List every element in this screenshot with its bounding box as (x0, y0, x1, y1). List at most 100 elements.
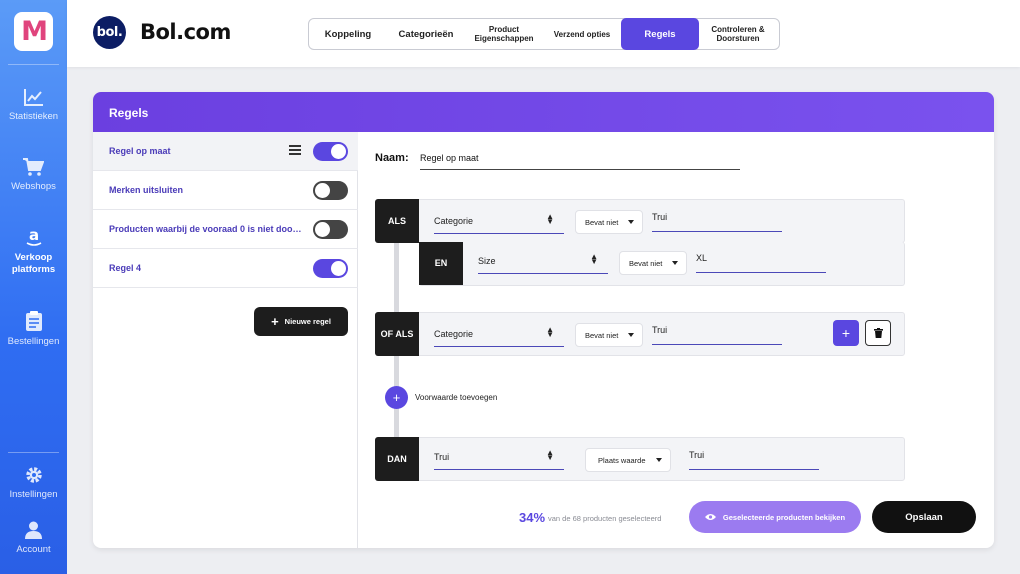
operator-select[interactable]: Plaats waarde (585, 448, 671, 472)
sidebar-item-label: Account (16, 544, 51, 555)
user-icon (25, 521, 42, 539)
field-select[interactable]: Size ▲ ▼ (478, 250, 608, 274)
sidebar-item-statistieken[interactable]: Statistieken (0, 88, 67, 123)
action-tag: DAN (375, 437, 419, 481)
sidebar-item-verkoop-platforms[interactable]: a Verkoop platforms (0, 228, 67, 276)
drag-handle-icon[interactable] (289, 145, 301, 155)
operator-select[interactable]: Bevat niet (575, 323, 643, 347)
add-condition-circle-button[interactable]: + (385, 386, 408, 409)
condition-row-als: ALS Categorie ▲ ▼ Bevat niet Trui (375, 199, 905, 243)
plus-icon: + (841, 325, 851, 341)
tab-categorieen[interactable]: Categorieën (387, 19, 465, 49)
rule-label: Producten waarbij de vooraad 0 is niet d… (109, 224, 305, 234)
rule-toggle[interactable] (313, 181, 348, 200)
selection-percent: 34% (519, 510, 546, 525)
condition-row-en: EN Size ▲ ▼ Bevat niet XL (419, 242, 905, 286)
field-select[interactable]: Trui ▲ ▼ (434, 446, 564, 470)
rule-label: Regel 4 (109, 263, 142, 273)
plus-icon: + (392, 390, 401, 405)
tab-verzend-opties[interactable]: Verzend opties (543, 19, 621, 49)
tab-controleren-doorsturen[interactable]: Controleren & Doorsturen (699, 19, 777, 49)
operator-select[interactable]: Bevat niet (619, 251, 687, 275)
eye-icon (704, 514, 716, 520)
app-logo[interactable]: M (14, 12, 53, 51)
field-select-value: Size (478, 256, 496, 266)
field-select[interactable]: Categorie ▲ ▼ (434, 323, 564, 347)
rules-list: Regel op maat Merken uitsluiten Producte… (93, 132, 358, 548)
caret-down-icon (628, 220, 634, 224)
sort-arrows-icon: ▲ ▼ (546, 212, 554, 226)
list-item[interactable]: Producten waarbij de vooraad 0 is niet d… (93, 210, 358, 249)
caret-down-icon (672, 261, 678, 265)
caret-down-icon (656, 458, 662, 462)
rule-toggle[interactable] (313, 220, 348, 239)
save-button[interactable]: Opslaan (872, 501, 976, 533)
selection-count-text: van de 68 producten geselecteerd (548, 514, 662, 523)
field-select-value: Trui (434, 452, 450, 462)
sidebar-item-label: Bestellingen (7, 336, 60, 347)
tab-regels[interactable]: Regels (621, 18, 699, 50)
sidebar-item-label: Verkoop platforms (11, 252, 56, 275)
sidebar-item-label: Webshops (11, 181, 56, 192)
plus-icon: + (271, 313, 279, 329)
cart-icon (23, 158, 44, 176)
tab-koppeling[interactable]: Koppeling (309, 19, 387, 49)
rule-toggle[interactable] (313, 259, 348, 278)
new-rule-button[interactable]: + Nieuwe regel (254, 307, 348, 336)
condition-row-of-als: OF ALS Categorie ▲ ▼ Bevat niet Trui + (375, 312, 905, 356)
rule-label: Regel op maat (109, 146, 171, 156)
caret-down-icon (628, 333, 634, 337)
list-item[interactable]: Regel 4 (93, 249, 358, 288)
condition-tag: OF ALS (375, 312, 419, 356)
sidebar-item-label: Instellingen (9, 489, 58, 500)
rule-label: Merken uitsluiten (109, 185, 184, 195)
rules-card: Regels Regel op maat Merken uitsluiten P… (93, 92, 994, 548)
view-selected-products-button[interactable]: Geselecteerde producten bekijken (689, 501, 861, 533)
svg-text:a: a (28, 228, 38, 244)
sidebar-divider (8, 452, 59, 453)
sidebar: M Statistieken Webshops a Verkoop platfo… (0, 0, 67, 574)
field-select-value: Categorie (434, 216, 474, 226)
sort-arrows-icon: ▲ ▼ (546, 325, 554, 339)
condition-tag: EN (419, 242, 463, 285)
sort-arrows-icon: ▲ ▼ (590, 252, 598, 266)
rule-toggle[interactable] (313, 142, 348, 161)
delete-condition-button[interactable] (865, 320, 891, 346)
app-logo-letter: M (21, 16, 48, 47)
brand-name: Bol.com (140, 20, 231, 44)
operator-value: Bevat niet (629, 259, 663, 268)
sidebar-item-webshops[interactable]: Webshops (0, 158, 67, 193)
clipboard-icon (25, 311, 42, 331)
sort-arrows-icon: ▲ ▼ (546, 448, 554, 462)
list-item[interactable]: Merken uitsluiten (93, 171, 358, 210)
value-input[interactable]: Trui (689, 448, 819, 470)
sidebar-item-bestellingen[interactable]: Bestellingen (0, 311, 67, 348)
list-item[interactable]: Regel op maat (93, 132, 358, 171)
name-label: Naam: (375, 152, 409, 164)
sidebar-item-instellingen[interactable]: Instellingen (0, 466, 67, 501)
operator-value: Bevat niet (585, 331, 619, 340)
tab-product-eigenschappen[interactable]: Product Eigenschappen (465, 19, 543, 49)
add-condition-button[interactable]: + (833, 320, 859, 346)
value-input[interactable]: Trui (652, 210, 782, 232)
value-input[interactable]: XL (696, 251, 826, 273)
field-select-value: Categorie (434, 329, 474, 339)
add-condition-label[interactable]: Voorwaarde toevoegen (415, 393, 497, 402)
view-selected-label: Geselecteerde producten bekijken (722, 512, 846, 522)
action-row-dan: DAN Trui ▲ ▼ Plaats waarde Trui (375, 437, 905, 481)
operator-select[interactable]: Bevat niet (575, 210, 643, 234)
amazon-icon: a (26, 228, 41, 246)
sidebar-item-label: Statistieken (8, 111, 59, 122)
sidebar-divider (8, 64, 59, 65)
card-title: Regels (93, 92, 994, 132)
operator-value: Plaats waarde (598, 456, 646, 465)
sidebar-item-account[interactable]: Account (0, 521, 67, 556)
rule-name-input[interactable]: Regel op maat (420, 151, 740, 170)
brand-logo: bol. (93, 16, 126, 49)
field-select[interactable]: Categorie ▲ ▼ (434, 210, 564, 234)
value-input[interactable]: Trui (652, 323, 782, 345)
chart-line-icon (23, 89, 43, 106)
new-rule-label: Nieuwe regel (284, 317, 331, 326)
header: bol. Bol.com Koppeling Categorieën Produ… (67, 0, 1020, 67)
gear-icon (25, 467, 42, 483)
